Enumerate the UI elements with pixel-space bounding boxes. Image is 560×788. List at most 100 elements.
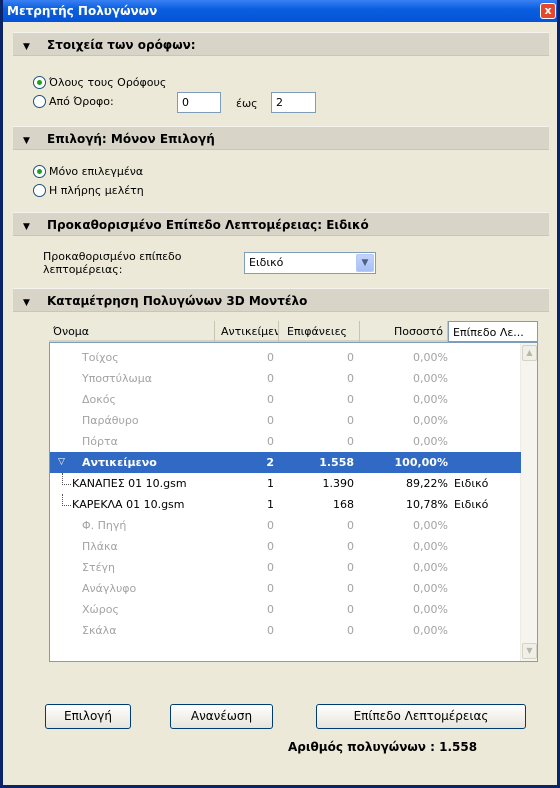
row-percent-cell: 100,00% xyxy=(394,456,448,469)
table-row[interactable]: Σκάλα 0 0 0,00% xyxy=(50,620,521,641)
row-surfaces-cell: 0 xyxy=(347,351,354,364)
table-row[interactable]: Στέγη 0 0 0,00% xyxy=(50,557,521,578)
column-header-detail-level[interactable]: Επίπεδο Λε... xyxy=(448,321,538,342)
window-title: Μετρητής Πολυγώνων xyxy=(7,4,158,18)
table-row[interactable]: Πλάκα 0 0 0,00% xyxy=(50,536,521,557)
row-percent-cell: 0,00% xyxy=(413,372,448,385)
row-percent-cell: 0,00% xyxy=(413,582,448,595)
table-row[interactable]: Ανάγλυφο 0 0 0,00% xyxy=(50,578,521,599)
all-floors-label: Όλους τους Ορόφους xyxy=(49,76,167,89)
row-name-cell: Υποστύλωμα xyxy=(82,372,153,385)
column-header-percent[interactable]: Ποσοστό xyxy=(360,321,448,342)
row-percent-cell: 0,00% xyxy=(413,540,448,553)
row-surfaces-cell: 168 xyxy=(333,498,354,511)
column-header-surfaces[interactable]: Επιφάνειες xyxy=(279,321,360,342)
table-row[interactable]: Υποστύλωμα 0 0 0,00% xyxy=(50,368,521,389)
row-percent-cell: 0,00% xyxy=(413,393,448,406)
row-surfaces-cell: 0 xyxy=(347,540,354,553)
triangle-down-icon: ▼ xyxy=(23,42,30,52)
chevron-down-icon[interactable]: ▼ xyxy=(356,254,374,272)
row-name-cell: Στέγη xyxy=(82,561,115,574)
table-row[interactable]: Τοίχος 0 0 0,00% xyxy=(50,347,521,368)
floors-section-header[interactable]: ▼ Στοιχεία των ορόφων: xyxy=(13,32,549,56)
column-header-objects[interactable]: Αντικείμενα xyxy=(215,321,279,342)
tree-expand-icon[interactable]: ▽ xyxy=(58,452,65,473)
select-button[interactable]: Επιλογή xyxy=(45,704,131,729)
title-bar[interactable]: Μετρητής Πολυγώνων x xyxy=(3,0,557,22)
detail-level-button[interactable]: Επίπεδο Λεπτομέρειας xyxy=(316,704,526,729)
only-selected-label: Μόνο επιλεγμένα xyxy=(49,165,144,178)
table-row[interactable]: Δοκός 0 0 0,00% xyxy=(50,389,521,410)
row-objects-cell: 0 xyxy=(267,414,274,427)
count-section-header[interactable]: ▼ Καταμέτρηση Πολυγώνων 3D Μοντέλο xyxy=(13,288,549,312)
tree-connector xyxy=(62,473,71,485)
close-button[interactable]: x xyxy=(540,3,556,19)
row-percent-cell: 0,00% xyxy=(413,435,448,448)
vertical-scrollbar[interactable]: ▲ ▼ xyxy=(520,343,537,661)
detail-section-header[interactable]: ▼ Προκαθορισμένο Επίπεδο Λεπτομέρειας: Ει… xyxy=(13,212,549,236)
row-percent-cell: 0,00% xyxy=(413,519,448,532)
detail-header-label: Προκαθορισμένο Επίπεδο Λεπτομέρειας: Ειδ… xyxy=(47,218,369,232)
table-row[interactable]: ΚΑΡΕΚΛΑ 01 10.gsm 1 168 10,78% Ειδικό xyxy=(50,494,521,515)
from-floor-label: Από Όροφο: xyxy=(49,95,114,108)
row-surfaces-cell: 0 xyxy=(347,561,354,574)
row-percent-cell: 0,00% xyxy=(413,351,448,364)
row-objects-cell: 0 xyxy=(267,435,274,448)
triangle-down-icon: ▼ xyxy=(23,222,30,232)
to-label: έως xyxy=(236,97,258,110)
row-objects-cell: 0 xyxy=(267,519,274,532)
floors-header-label: Στοιχεία των ορόφων: xyxy=(47,38,196,52)
row-surfaces-cell: 0 xyxy=(347,582,354,595)
row-name-cell: Ανάγλυφο xyxy=(82,582,137,595)
row-detail-level-cell: Ειδικό xyxy=(454,498,489,511)
polygon-count-table: ▲ ▼ Τοίχος 0 0 0,00% Υποστύλωμα 0 0 0,00% Δοκός 0… xyxy=(49,342,538,662)
from-floor-input[interactable]: 0 xyxy=(177,92,221,113)
table-row[interactable]: ΚΑΝΑΠΕΣ 01 10.gsm 1 1.390 89,22% Ειδικό xyxy=(50,473,521,494)
refresh-button[interactable]: Ανανέωση xyxy=(170,704,273,729)
row-name-cell: Τοίχος xyxy=(82,351,119,364)
close-icon: x xyxy=(544,4,552,17)
row-objects-cell: 0 xyxy=(267,351,274,364)
table-row[interactable]: Παράθυρο 0 0 0,00% xyxy=(50,410,521,431)
row-surfaces-cell: 1.390 xyxy=(322,477,355,490)
row-name-cell: ΚΑΝΑΠΕΣ 01 10.gsm xyxy=(72,477,187,490)
chevron-down-icon[interactable]: ▼ xyxy=(522,643,537,659)
full-project-radio[interactable] xyxy=(33,184,46,197)
table-row[interactable]: ▽ Αντικείμενο 2 1.558 100,00% xyxy=(50,452,521,473)
all-floors-radio[interactable] xyxy=(33,76,46,89)
detail-field-label-line2: λεπτομέρειας: xyxy=(43,263,123,276)
from-floor-radio[interactable] xyxy=(33,95,46,108)
table-row[interactable]: Χώρος 0 0 0,00% xyxy=(50,599,521,620)
row-objects-cell: 0 xyxy=(267,603,274,616)
row-objects-cell: 1 xyxy=(267,498,274,511)
table-row[interactable]: Φ. Πηγή 0 0 0,00% xyxy=(50,515,521,536)
row-name-cell: Σκάλα xyxy=(82,624,117,637)
total-polygons-label: Αριθμός πολυγώνων : 1.558 xyxy=(288,740,478,754)
to-floor-input[interactable]: 2 xyxy=(271,92,316,113)
detail-field-label-line1: Προκαθορισμένο επίπεδο xyxy=(43,250,182,263)
table-row[interactable]: Πόρτα 0 0 0,00% xyxy=(50,431,521,452)
detail-level-select[interactable]: Ειδικό ▼ xyxy=(244,252,376,274)
selection-header-label: Επιλογή: Μόνον Επιλογή xyxy=(47,132,215,146)
full-project-label: Η πλήρης μελέτη xyxy=(49,184,144,197)
row-name-cell: Παράθυρο xyxy=(82,414,139,427)
row-objects-cell: 0 xyxy=(267,540,274,553)
polygon-counter-window: Μετρητής Πολυγώνων x ▼ Στοιχεία των ορόφω… xyxy=(0,0,560,788)
row-name-cell: Πόρτα xyxy=(82,435,118,448)
row-name-cell: Φ. Πηγή xyxy=(82,519,127,532)
row-percent-cell: 0,00% xyxy=(413,561,448,574)
row-objects-cell: 0 xyxy=(267,582,274,595)
detail-level-value: Ειδικό xyxy=(249,256,284,269)
chevron-up-icon[interactable]: ▲ xyxy=(522,345,537,361)
row-percent-cell: 0,00% xyxy=(413,603,448,616)
row-surfaces-cell: 0 xyxy=(347,603,354,616)
only-selected-radio[interactable] xyxy=(33,165,46,178)
selection-section-header[interactable]: ▼ Επιλογή: Μόνον Επιλογή xyxy=(13,126,549,150)
row-name-cell: ΚΑΡΕΚΛΑ 01 10.gsm xyxy=(72,498,185,511)
row-percent-cell: 10,78% xyxy=(406,498,448,511)
row-objects-cell: 0 xyxy=(267,561,274,574)
row-surfaces-cell: 1.558 xyxy=(319,456,354,469)
row-objects-cell: 0 xyxy=(267,393,274,406)
column-header-name[interactable]: Όνομα xyxy=(49,321,215,342)
table-header: Όνομα Αντικείμενα Επιφάνειες Ποσοστό Επί… xyxy=(49,321,538,342)
